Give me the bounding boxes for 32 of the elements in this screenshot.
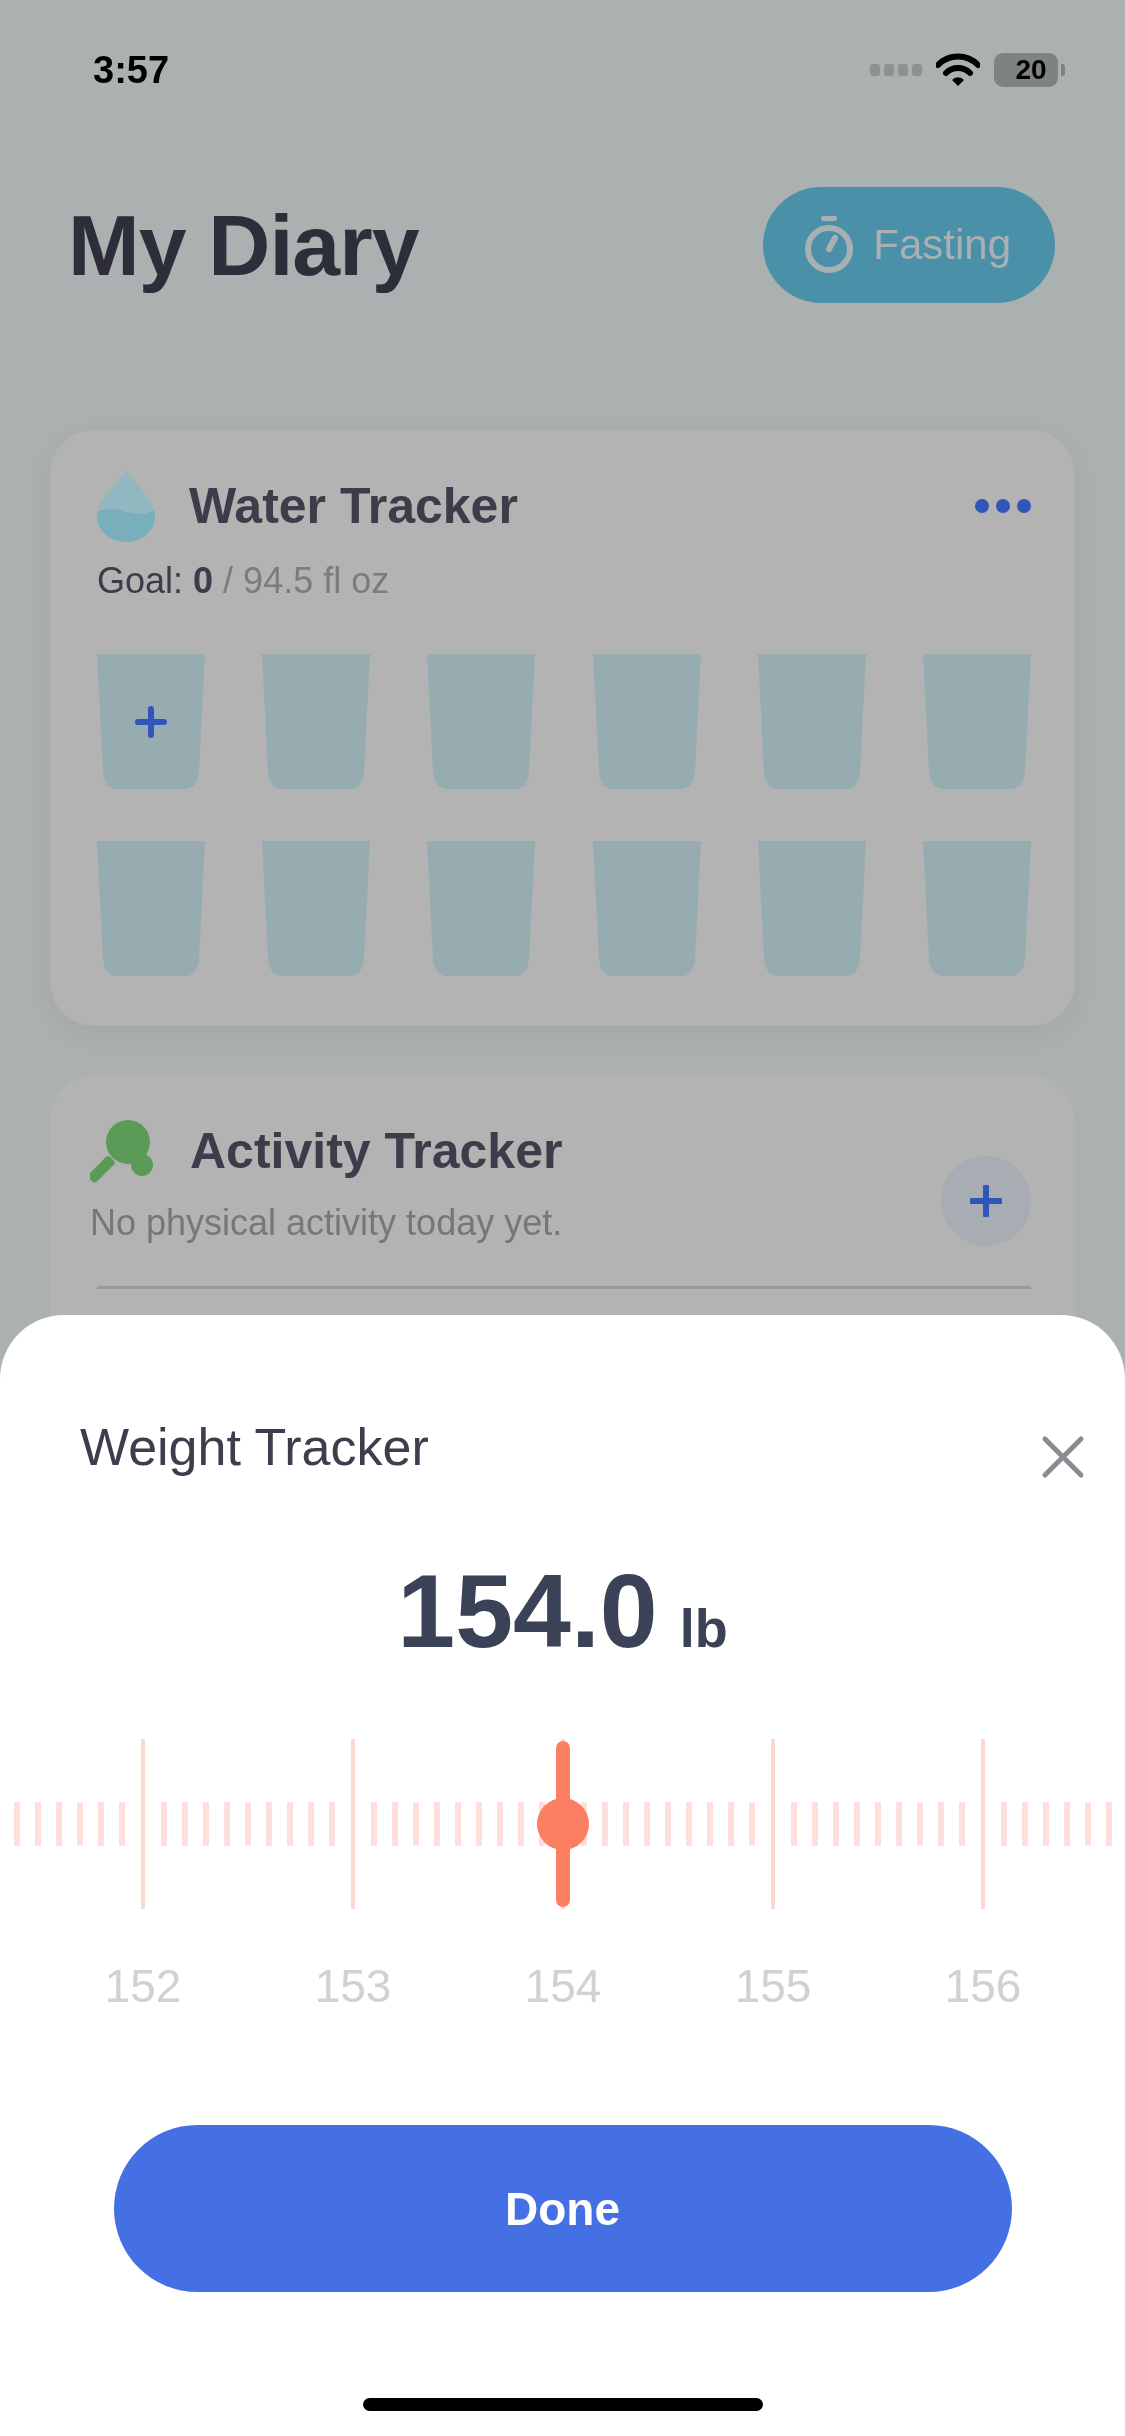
signal-icon bbox=[870, 64, 922, 76]
card-title: Activity Tracker bbox=[190, 1122, 563, 1180]
weight-unit: lb bbox=[679, 1597, 728, 1659]
water-cup[interactable] bbox=[592, 841, 701, 976]
ruler-ticks[interactable] bbox=[14, 1739, 1112, 1909]
water-cup[interactable] bbox=[427, 654, 536, 789]
weight-value: 154.0 bbox=[397, 1552, 658, 1671]
empty-message: No physical activity today yet. bbox=[90, 1202, 563, 1244]
plus-icon bbox=[970, 1185, 1002, 1217]
wifi-icon bbox=[936, 53, 980, 87]
water-cup[interactable] bbox=[262, 841, 371, 976]
ping-pong-paddle-icon bbox=[90, 1118, 156, 1184]
close-icon bbox=[1041, 1435, 1085, 1479]
water-cup[interactable] bbox=[97, 841, 205, 976]
water-cup[interactable] bbox=[592, 654, 701, 789]
water-cup[interactable] bbox=[757, 841, 866, 976]
battery-level: 20 bbox=[1015, 54, 1047, 86]
page-title: My Diary bbox=[68, 195, 419, 295]
water-drop-icon bbox=[97, 470, 155, 542]
status-time: 3:57 bbox=[93, 48, 170, 92]
more-icon[interactable] bbox=[975, 499, 1031, 513]
water-cup[interactable] bbox=[922, 654, 1031, 789]
add-water-cup[interactable] bbox=[97, 654, 205, 789]
done-button[interactable]: Done bbox=[113, 2125, 1012, 2292]
water-cup[interactable] bbox=[757, 654, 866, 789]
card-title: Water Tracker bbox=[189, 477, 518, 535]
stopwatch-icon bbox=[803, 216, 856, 274]
water-cup[interactable] bbox=[427, 841, 536, 976]
water-cup[interactable] bbox=[922, 841, 1031, 976]
sheet-title: Weight Tracker bbox=[80, 1417, 429, 1477]
ruler-indicator[interactable] bbox=[537, 1741, 589, 1907]
water-cup[interactable] bbox=[262, 654, 371, 789]
